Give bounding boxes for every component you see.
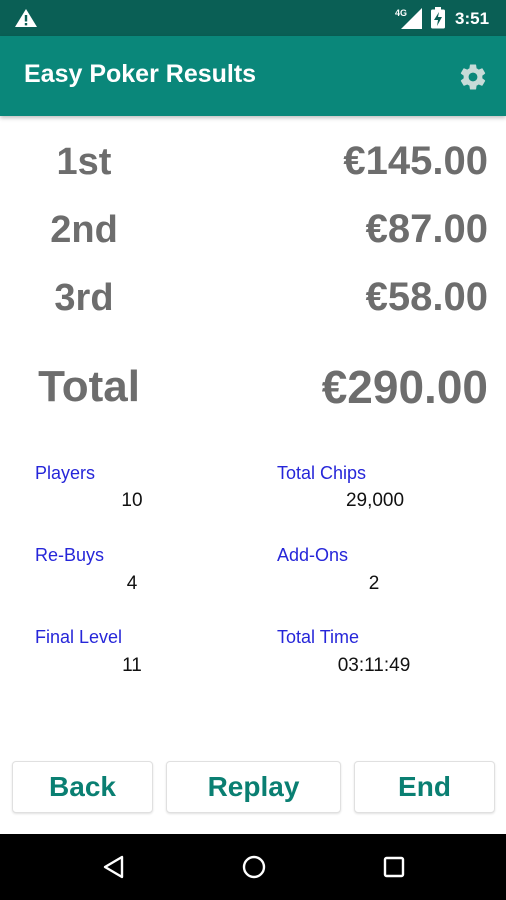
recents-square-icon[interactable]	[381, 854, 407, 880]
addons-label: Add-Ons	[277, 545, 349, 565]
place-label-3rd: 3rd	[54, 277, 114, 319]
players-label: Players	[35, 463, 96, 483]
gear-icon[interactable]	[458, 62, 488, 92]
replay-button[interactable]: Replay	[166, 761, 341, 813]
rebuys-value: 4	[126, 573, 138, 594]
place-label-1st: 1st	[56, 141, 112, 183]
signal-icon: 4G	[395, 8, 422, 29]
final-level-value: 11	[122, 655, 142, 676]
battery-icon	[431, 7, 445, 29]
clock: 3:51	[455, 9, 490, 28]
navigation-bar	[0, 834, 506, 900]
total-amount: €290.00	[321, 361, 488, 413]
players-value: 10	[121, 490, 143, 511]
place-label-2nd: 2nd	[50, 209, 118, 251]
total-time-label: Total Time	[277, 627, 360, 647]
end-button[interactable]: End	[354, 761, 495, 813]
prize-amount-3rd: €58.00	[365, 275, 488, 319]
total-chips-value: 29,000	[345, 490, 405, 511]
prize-amount-2nd: €87.00	[365, 207, 488, 251]
prize-amount-1st: €145.00	[343, 139, 488, 183]
back-triangle-icon[interactable]	[101, 854, 127, 880]
app-bar: Easy Poker Results	[0, 36, 506, 116]
app-title: Easy Poker Results	[24, 60, 257, 88]
status-bar: 4G 3:51	[0, 0, 506, 36]
total-time-value: 03:11:49	[337, 655, 411, 676]
total-chips-label: Total Chips	[277, 463, 367, 483]
warning-icon	[15, 9, 37, 27]
total-label: Total	[38, 362, 140, 411]
rebuys-label: Re-Buys	[35, 545, 105, 565]
network-type: 4G	[395, 8, 407, 18]
final-level-label: Final Level	[35, 627, 123, 647]
addons-value: 2	[368, 573, 380, 594]
back-button[interactable]: Back	[12, 761, 153, 813]
home-circle-icon[interactable]	[241, 854, 267, 880]
